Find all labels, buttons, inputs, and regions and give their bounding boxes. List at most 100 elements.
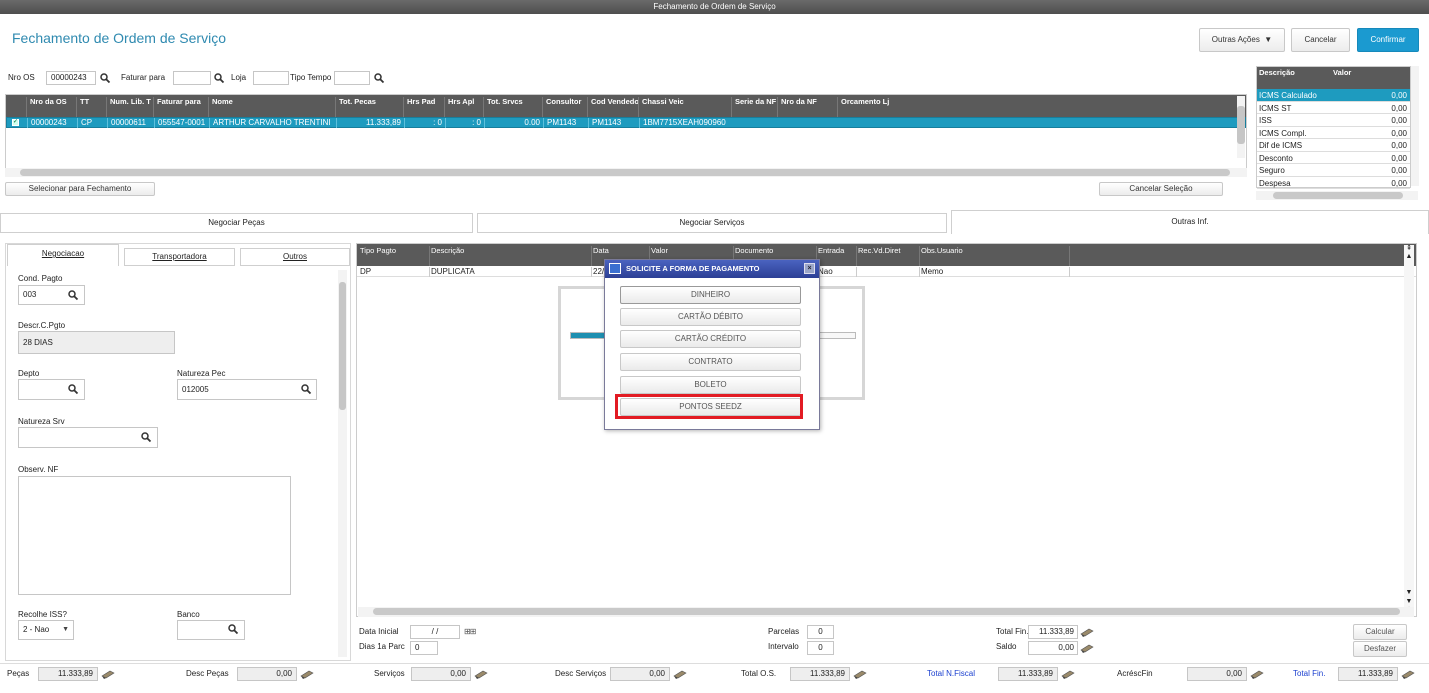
cancel-button[interactable]: Cancelar: [1291, 28, 1350, 52]
scroll-thumb[interactable]: [20, 169, 1230, 176]
column-header[interactable]: Nro da OS: [26, 97, 76, 117]
edit-pencil-icon[interactable]: [474, 669, 488, 680]
search-icon[interactable]: [68, 384, 79, 395]
search-icon[interactable]: [214, 73, 225, 84]
table-row[interactable]: DP DUPLICATA 22/Nao Memo: [357, 266, 1416, 277]
column-header[interactable]: Hrs Apl: [444, 97, 483, 117]
search-icon[interactable]: [141, 432, 152, 443]
table-row[interactable]: ICMS ST 0,00: [1257, 102, 1410, 114]
edit-pencil-icon[interactable]: [1080, 643, 1094, 654]
column-header[interactable]: Rec.Vd.Diret: [857, 246, 920, 266]
payment-grid-vscroll[interactable]: ⇞▲ ▼▼⇟: [1404, 245, 1414, 615]
tab-negociar-servicos[interactable]: Negociar Serviços: [477, 213, 947, 233]
tipo-tempo-input[interactable]: [334, 71, 370, 85]
scroll-thumb[interactable]: [339, 282, 346, 410]
tab-negociar-pecas[interactable]: Negociar Peças: [0, 213, 473, 233]
column-header[interactable]: Tipo Pagto: [359, 246, 430, 266]
cancel-selection-button[interactable]: Cancelar Seleção: [1099, 182, 1223, 196]
scroll-thumb[interactable]: [1237, 106, 1245, 144]
observ-nf-textarea[interactable]: [18, 476, 291, 595]
search-icon[interactable]: [100, 73, 111, 84]
column-header[interactable]: Entrada: [817, 246, 857, 266]
column-header[interactable]: Tot. Pecas: [335, 97, 403, 117]
natureza-pec-input[interactable]: 012005: [177, 379, 317, 400]
payment-option-cartao-credito[interactable]: CARTÃO CRÉDITO: [620, 330, 801, 348]
calendar-icon[interactable]: ⊞⊞: [464, 627, 476, 636]
scroll-thumb[interactable]: [373, 608, 1400, 615]
total-label: Serviços: [374, 669, 405, 678]
column-header[interactable]: Nro da NF: [777, 97, 837, 117]
column-header[interactable]: Orcamento Lj: [837, 97, 937, 117]
tax-grid-vscroll[interactable]: [1411, 66, 1419, 186]
tab-outras-inf[interactable]: Outras Inf.: [951, 210, 1429, 234]
edit-pencil-icon[interactable]: [1080, 627, 1094, 638]
os-grid-vscroll[interactable]: [1237, 96, 1245, 158]
recolhe-iss-select[interactable]: 2 - Nao ▼: [18, 620, 74, 640]
column-header[interactable]: Consultor: [542, 97, 587, 117]
os-grid-hscroll[interactable]: [5, 168, 1247, 177]
parcelas-input[interactable]: 0: [807, 625, 834, 639]
edit-pencil-icon[interactable]: [101, 669, 115, 680]
column-header[interactable]: Serie da NF: [731, 97, 777, 117]
edit-pencil-icon[interactable]: [1401, 669, 1415, 680]
search-icon[interactable]: [68, 290, 79, 301]
column-header[interactable]: TT: [76, 97, 106, 117]
payment-option-boleto[interactable]: BOLETO: [620, 376, 801, 394]
column-header[interactable]: Tot. Srvcs: [483, 97, 542, 117]
search-icon[interactable]: [301, 384, 312, 395]
table-row[interactable]: Desconto 0,00: [1257, 152, 1410, 164]
payment-option-dinheiro[interactable]: DINHEIRO: [620, 286, 801, 304]
natureza-srv-input[interactable]: [18, 427, 158, 448]
total-fin-input[interactable]: 11.333,89: [1028, 625, 1078, 639]
column-header[interactable]: Nome: [208, 97, 335, 117]
payment-option-contrato[interactable]: CONTRATO: [620, 353, 801, 371]
column-header[interactable]: Descrição: [430, 246, 592, 266]
tax-grid-hscroll[interactable]: [1256, 191, 1418, 200]
close-icon[interactable]: ×: [804, 263, 815, 274]
other-actions-button[interactable]: Outras Ações ▼: [1199, 28, 1285, 52]
scroll-thumb[interactable]: [1273, 192, 1403, 199]
table-row[interactable]: ISS 0,00: [1257, 114, 1410, 127]
table-row[interactable]: ✓ 00000243 CP 00000611 055547-0001 ARTHUR CA…: [6, 117, 1246, 128]
subtab-negociacao[interactable]: Negociacao: [7, 244, 119, 266]
data-inicial-input[interactable]: / /: [410, 625, 460, 639]
search-icon[interactable]: [374, 73, 385, 84]
table-row[interactable]: ICMS Compl. 0,00: [1257, 127, 1410, 139]
checkbox-checked-icon[interactable]: ✓: [12, 119, 19, 126]
edit-pencil-icon[interactable]: [853, 669, 867, 680]
column-header[interactable]: Cod Vendedo: [587, 97, 638, 117]
form-vscroll[interactable]: [338, 270, 347, 657]
subtab-outros[interactable]: Outros: [240, 248, 350, 266]
subtab-transportadora[interactable]: Transportadora: [124, 248, 235, 266]
column-header[interactable]: Chassi Veic: [638, 97, 731, 117]
edit-pencil-icon[interactable]: [1061, 669, 1075, 680]
select-for-closing-button[interactable]: Selecionar para Fechamento: [5, 182, 155, 196]
loja-input[interactable]: [253, 71, 289, 85]
edit-pencil-icon[interactable]: [1250, 669, 1264, 680]
table-row[interactable]: Seguro 0,00: [1257, 164, 1410, 177]
table-row[interactable]: Dif de ICMS 0,00: [1257, 139, 1410, 152]
nro-os-input[interactable]: 00000243: [46, 71, 96, 85]
desfazer-button[interactable]: Desfazer: [1353, 641, 1407, 657]
table-cell: Nao: [817, 267, 857, 277]
column-header[interactable]: Faturar para: [153, 97, 208, 117]
scroll-top-icon[interactable]: ⇞ ▲: [1404, 245, 1414, 261]
edit-pencil-icon[interactable]: [673, 669, 687, 680]
search-icon[interactable]: [228, 624, 239, 635]
dias-1a-parc-input[interactable]: 0: [410, 641, 438, 655]
confirm-button[interactable]: Confirmar: [1357, 28, 1419, 52]
faturar-para-input[interactable]: [173, 71, 211, 85]
column-header[interactable]: Obs.Usuario: [920, 246, 1070, 266]
table-row[interactable]: Despesa 0,00: [1257, 177, 1410, 189]
table-cell: 055547-0001: [154, 118, 209, 128]
table-row[interactable]: ICMS Calculado 0,00: [1257, 89, 1410, 102]
intervalo-input[interactable]: 0: [807, 641, 834, 655]
payment-option-cartao-debito[interactable]: CARTÃO DÉBITO: [620, 308, 801, 326]
edit-pencil-icon[interactable]: [300, 669, 314, 680]
saldo-input[interactable]: 0,00: [1028, 641, 1078, 655]
column-header[interactable]: Hrs Pad: [403, 97, 444, 117]
calcular-button[interactable]: Calcular: [1353, 624, 1407, 640]
tax-name: ICMS Compl.: [1259, 128, 1307, 138]
payment-grid-hscroll[interactable]: [358, 607, 1414, 617]
column-header[interactable]: Num. Lib. T: [106, 97, 153, 117]
